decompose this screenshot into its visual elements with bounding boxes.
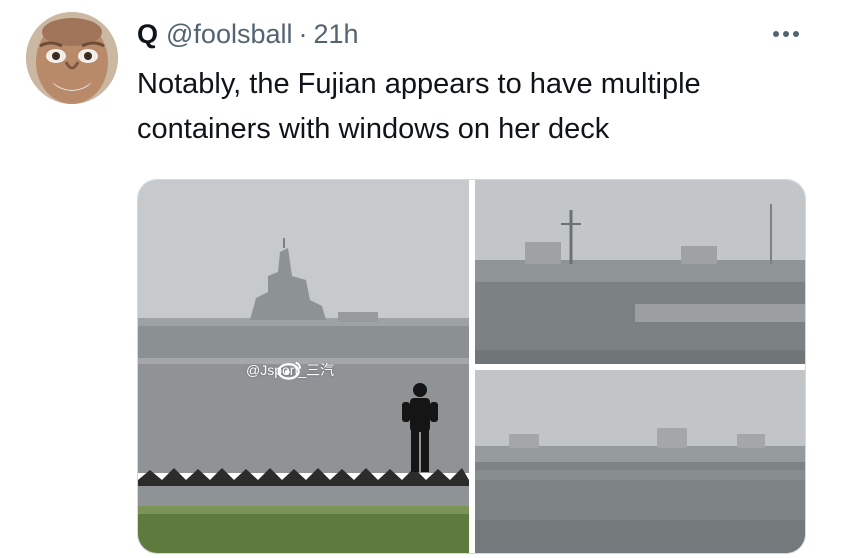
photo-deck-closeup-1[interactable] bbox=[475, 180, 805, 364]
weibo-icon bbox=[277, 361, 302, 380]
tweet-text: Notably, the Fujian appears to have mult… bbox=[137, 68, 701, 145]
avatar-image bbox=[26, 12, 118, 104]
avatar[interactable] bbox=[26, 12, 118, 104]
more-horizontal-icon bbox=[773, 31, 799, 37]
deck-closeup-image-1 bbox=[475, 180, 805, 364]
timestamp[interactable]: 21h bbox=[314, 19, 359, 50]
user-handle[interactable]: @foolsball bbox=[166, 19, 292, 50]
separator-dot: · bbox=[298, 18, 308, 49]
tweet-header: Q @foolsball · 21h bbox=[137, 14, 359, 54]
photo-carrier-shore[interactable]: @Jsport_三汽 bbox=[138, 180, 469, 553]
deck-closeup-image-2 bbox=[475, 370, 805, 553]
display-name[interactable]: Q bbox=[137, 19, 158, 50]
watermark: @Jsport_三汽 bbox=[246, 360, 334, 380]
more-options-button[interactable] bbox=[766, 22, 806, 46]
media-grid: @Jsport_三汽 bbox=[137, 179, 806, 554]
photo-deck-closeup-2[interactable] bbox=[475, 370, 805, 553]
